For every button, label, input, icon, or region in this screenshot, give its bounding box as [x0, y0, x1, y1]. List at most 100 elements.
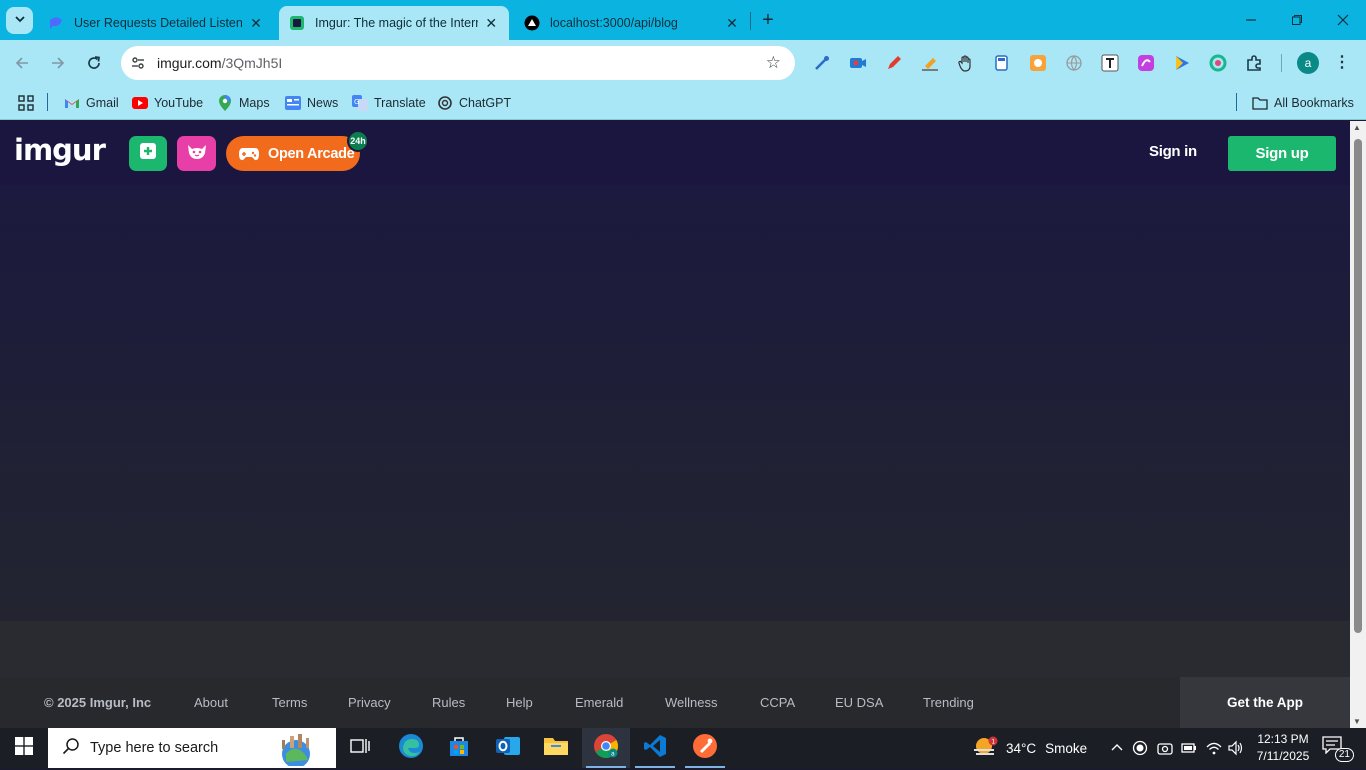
clock-date: 7/11/2025 [1256, 749, 1310, 763]
bookmark-gmail[interactable]: Gmail [64, 92, 119, 114]
bookmark-separator [1236, 93, 1237, 111]
task-view-button[interactable] [336, 728, 384, 768]
open-arcade-button[interactable]: Open Arcade [226, 136, 360, 171]
bookmark-youtube[interactable]: YouTube [132, 92, 203, 114]
footer-link-eu-dsa[interactable]: EU DSA [835, 695, 883, 710]
sign-up-button[interactable]: Sign up [1228, 136, 1336, 171]
meme-generator-button[interactable] [177, 136, 216, 171]
orange-square-extension-icon[interactable] [1028, 53, 1048, 73]
text-extension-icon[interactable] [1100, 53, 1120, 73]
scroll-down-arrow-icon[interactable]: ▼ [1353, 717, 1361, 726]
address-bar[interactable]: imgur.com/3QmJh5I ☆ [121, 46, 795, 80]
forward-button[interactable] [45, 50, 71, 76]
clipboard-extension-icon[interactable] [992, 53, 1012, 73]
close-window-button[interactable] [1320, 0, 1366, 40]
circle-extension-icon[interactable] [1208, 53, 1228, 73]
back-button[interactable] [9, 50, 35, 76]
windows-taskbar: Type here to search a 1 34°C Smoke 12:13… [0, 728, 1366, 768]
new-tab-button[interactable]: + [758, 10, 778, 30]
play-extension-icon[interactable] [1172, 53, 1192, 73]
globe-extension-icon[interactable] [1064, 53, 1084, 73]
windows-logo-icon [15, 736, 33, 760]
show-hidden-icons-button[interactable] [1110, 728, 1124, 768]
site-settings-icon[interactable] [127, 52, 149, 74]
close-tab-icon[interactable]: ✕ [248, 15, 264, 31]
outlook-icon [495, 734, 521, 763]
page-scrollbar[interactable]: ▲ ▼ [1350, 121, 1366, 728]
search-icon [62, 737, 80, 759]
footer-link-rules[interactable]: Rules [432, 695, 465, 710]
battery-icon[interactable] [1181, 728, 1197, 768]
new-post-button[interactable] [129, 136, 167, 171]
get-the-app-button[interactable]: Get the App [1180, 677, 1350, 728]
weather-condition: Smoke [1045, 740, 1088, 756]
system-clock[interactable]: 12:13 PM 7/11/2025 [1248, 731, 1318, 765]
volume-icon[interactable] [1228, 728, 1244, 768]
hand-extension-icon[interactable] [956, 53, 976, 73]
taskbar-file-explorer[interactable] [532, 728, 580, 768]
bookmark-star-icon[interactable]: ☆ [766, 54, 781, 72]
bookmark-news[interactable]: News [285, 92, 338, 114]
footer-link-wellness[interactable]: Wellness [665, 695, 718, 710]
notification-count-badge: 21 [1334, 748, 1354, 762]
gamepad-icon [238, 146, 260, 162]
svg-text:1: 1 [991, 738, 995, 745]
reload-button[interactable] [81, 50, 107, 76]
bookmark-maps[interactable]: Maps [217, 92, 270, 114]
footer-link-terms[interactable]: Terms [272, 695, 307, 710]
imgur-logo[interactable]: imgur [14, 133, 106, 167]
extensions-puzzle-icon[interactable] [1244, 53, 1264, 73]
sign-in-link[interactable]: Sign in [1149, 143, 1197, 160]
taskbar-outlook[interactable] [484, 728, 532, 768]
wifi-icon[interactable] [1206, 728, 1222, 768]
restore-button[interactable] [1274, 0, 1320, 40]
tab-title: User Requests Detailed Listening [74, 16, 242, 30]
taskbar-search-box[interactable]: Type here to search [48, 728, 336, 768]
footer-link-ccpa[interactable]: CCPA [760, 695, 795, 710]
footer-link-trending[interactable]: Trending [923, 695, 974, 710]
purple-extension-icon[interactable] [1136, 53, 1156, 73]
weather-widget[interactable]: 1 34°C Smoke [972, 728, 1087, 768]
screen-recorder-extension-icon[interactable] [848, 53, 868, 73]
tab-user-requests[interactable]: User Requests Detailed Listening ✕ [38, 6, 276, 40]
camera-icon[interactable] [1157, 728, 1173, 768]
bookmark-chatgpt[interactable]: ChatGPT [437, 92, 511, 114]
weather-sun-icon: 1 [972, 736, 998, 761]
footer-link-help[interactable]: Help [506, 695, 533, 710]
taskbar-postman[interactable] [681, 728, 729, 768]
browser-toolbar: imgur.com/3QmJh5I ☆ a ⋮ [0, 40, 1366, 86]
apps-grid-icon[interactable] [18, 92, 34, 114]
notification-center-button[interactable]: 21 [1322, 736, 1354, 762]
scrollbar-thumb[interactable] [1354, 139, 1362, 633]
footer-link-emerald[interactable]: Emerald [575, 695, 623, 710]
eyedropper-extension-icon[interactable] [812, 53, 832, 73]
content-bottom-band [0, 621, 1350, 677]
translate-icon: G [352, 95, 368, 111]
svg-text:G: G [354, 98, 359, 106]
bookmark-translate[interactable]: G Translate [352, 92, 426, 114]
close-tab-icon[interactable]: ✕ [484, 15, 499, 31]
maps-icon [217, 95, 233, 111]
taskbar-edge[interactable] [387, 728, 435, 768]
footer-link-about[interactable]: About [194, 695, 228, 710]
taskbar-chrome[interactable]: a [582, 728, 630, 768]
scroll-up-arrow-icon[interactable]: ▲ [1353, 123, 1361, 132]
profile-avatar[interactable]: a [1297, 52, 1319, 74]
tab-localhost-blog[interactable]: localhost:3000/api/blog ✕ [514, 6, 750, 40]
plus-icon [138, 141, 158, 166]
taskbar-store[interactable] [435, 728, 483, 768]
triangle-logo-icon [524, 15, 540, 31]
highlighter-extension-icon[interactable] [920, 53, 940, 73]
more-menu-icon[interactable]: ⋮ [1334, 52, 1350, 74]
record-icon[interactable] [1132, 728, 1148, 768]
taskbar-vscode[interactable] [631, 728, 679, 768]
tab-imgur[interactable]: Imgur: The magic of the Internet ✕ [279, 6, 509, 40]
footer-link-privacy[interactable]: Privacy [348, 695, 391, 710]
tab-search-button[interactable] [6, 7, 33, 34]
close-tab-icon[interactable]: ✕ [724, 15, 740, 31]
news-icon [285, 95, 301, 111]
all-bookmarks-button[interactable]: All Bookmarks [1252, 92, 1354, 114]
minimize-button[interactable] [1228, 0, 1274, 40]
pen-extension-icon[interactable] [884, 53, 904, 73]
start-button[interactable] [0, 728, 48, 768]
